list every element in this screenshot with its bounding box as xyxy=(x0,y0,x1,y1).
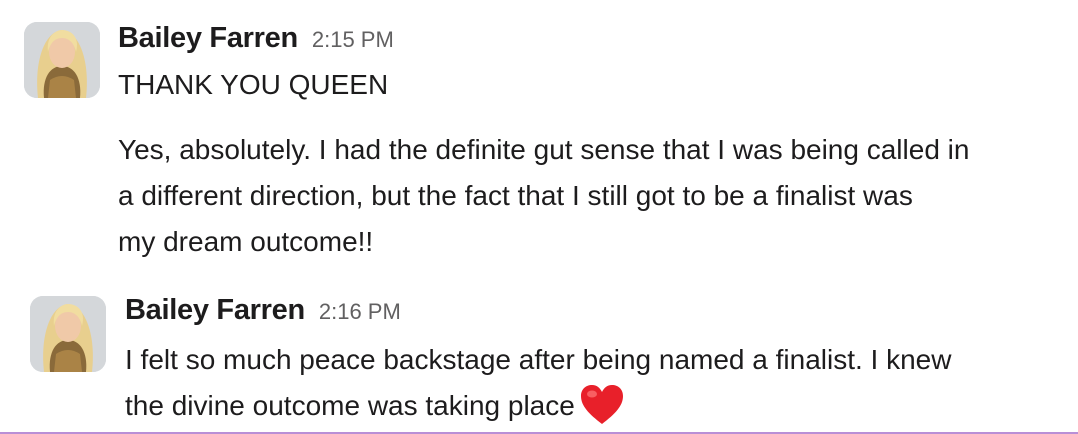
avatar-photo xyxy=(30,296,106,372)
message-header: Bailey Farren 2:15 PM xyxy=(118,22,394,55)
author-name[interactable]: Bailey Farren xyxy=(125,294,305,326)
avatar[interactable] xyxy=(24,22,100,98)
message-header: Bailey Farren 2:16 PM xyxy=(125,294,401,327)
message-text: Yes, absolutely. I had the definite gut … xyxy=(118,134,970,257)
author-name[interactable]: Bailey Farren xyxy=(118,22,298,54)
chat-window: { "messages": [ { "author": "Bailey Farr… xyxy=(0,0,1078,434)
timestamp[interactable]: 2:16 PM xyxy=(319,299,401,324)
message-text: I felt so much peace backstage after bei… xyxy=(125,337,951,429)
timestamp[interactable]: 2:15 PM xyxy=(312,27,394,52)
avatar-photo xyxy=(24,22,100,98)
heart-emoji-icon xyxy=(580,385,623,424)
message-text: THANK YOU QUEEN xyxy=(118,69,389,100)
avatar[interactable] xyxy=(30,296,106,372)
message-text-body: I felt so much peace backstage after bei… xyxy=(125,344,952,421)
